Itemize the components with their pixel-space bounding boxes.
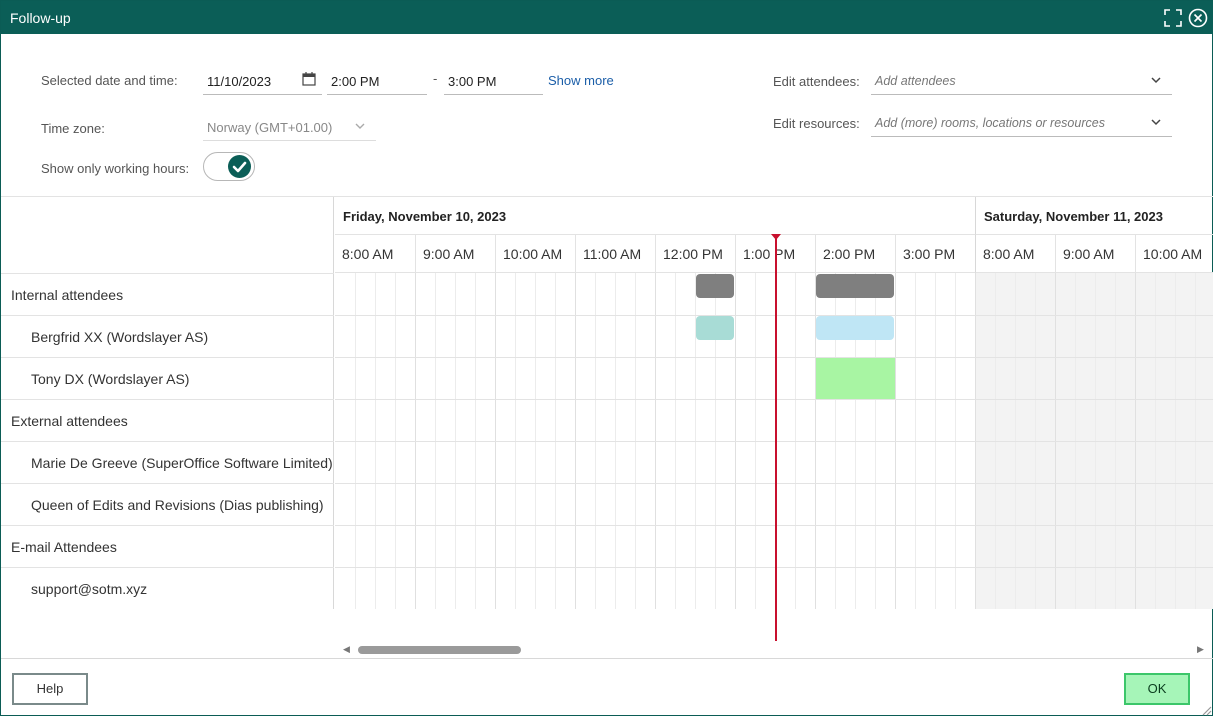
attendee-row[interactable]: Marie De Greeve (SuperOffice Software Li… [1, 441, 334, 483]
row-line [335, 525, 1213, 526]
attendee-row[interactable]: Queen of Edits and Revisions (Dias publi… [1, 483, 334, 525]
hour-cell: 9:00 AM [1055, 235, 1135, 273]
date-field[interactable]: 11/10/2023 [203, 67, 322, 95]
resources-placeholder: Add (more) rooms, locations or resources [875, 116, 1105, 130]
busy-block[interactable] [816, 316, 894, 340]
start-time-field[interactable]: 2:00 PM [327, 67, 427, 95]
tentative-block[interactable] [696, 316, 734, 340]
row-line [335, 399, 1213, 400]
attendee-row: External attendees [1, 399, 334, 441]
attendee-group-label: E-mail Attendees [11, 539, 117, 555]
attendee-row: E-mail Attendees [1, 525, 334, 567]
hour-cell: 3:00 PM [895, 235, 975, 273]
attendee-name: support@sotm.xyz [31, 581, 148, 597]
date-value: 11/10/2023 [207, 74, 272, 89]
start-time-value: 2:00 PM [331, 74, 380, 89]
row-line [335, 441, 1213, 442]
timeline[interactable]: Friday, November 10, 2023 Saturday, Nove… [335, 197, 1213, 609]
working-hours-toggle[interactable] [203, 152, 255, 181]
end-time-value: 3:00 PM [448, 74, 497, 89]
scroll-left-icon[interactable]: ◀ [343, 644, 350, 655]
hour-label: 8:00 AM [983, 246, 1035, 262]
attendee-row[interactable]: Tony DX (Wordslayer AS) [1, 357, 334, 399]
hour-cell: 8:00 AM [975, 235, 1055, 273]
calendar-icon[interactable] [302, 72, 316, 89]
timezone-select[interactable]: Norway (GMT+01.00) [203, 113, 376, 141]
timezone-label: Time zone: [41, 121, 105, 136]
hour-label: 9:00 AM [1063, 246, 1115, 262]
resize-grip-icon[interactable] [1200, 703, 1212, 716]
current-time-line [775, 238, 777, 641]
schedule-grid: Internal attendees Bergfrid XX (Wordslay… [1, 196, 1213, 609]
chevron-down-icon[interactable] [1150, 74, 1162, 89]
attendees-label: Edit attendees: [773, 74, 860, 89]
row-line [335, 315, 1213, 316]
horizontal-scrollbar[interactable]: ◀ ▶ [335, 641, 1213, 658]
day-header: Friday, November 10, 2023 [335, 197, 975, 235]
attendee-list: Internal attendees Bergfrid XX (Wordslay… [1, 197, 334, 609]
attendee-name: Bergfrid XX (Wordslayer AS) [31, 329, 209, 345]
hour-cell: 10:00 AM [495, 235, 575, 273]
attendee-name: Queen of Edits and Revisions (Dias publi… [31, 497, 324, 513]
free-slot-selection[interactable] [816, 358, 895, 399]
hour-label: 8:00 AM [342, 246, 394, 262]
day-label: Friday, November 10, 2023 [343, 209, 507, 224]
busy-block-group[interactable] [816, 274, 894, 298]
working-hours-label: Show only working hours: [41, 161, 190, 176]
hour-label: 2:00 PM [823, 246, 876, 262]
dialog-footer: Help OK [1, 658, 1213, 716]
hour-cell: 9:00 AM [415, 235, 495, 273]
follow-up-dialog: Follow-up Selected date and time: 11/10/… [0, 0, 1213, 716]
close-icon[interactable] [1187, 7, 1209, 29]
attendees-placeholder: Add attendees [875, 74, 956, 88]
row-line [335, 483, 1213, 484]
checkmark-icon [228, 155, 251, 178]
hour-cell: 8:00 AM [335, 235, 415, 273]
attendee-name: Tony DX (Wordslayer AS) [31, 371, 190, 387]
date-label: Selected date and time: [41, 73, 178, 88]
maximize-icon[interactable] [1162, 7, 1184, 29]
ok-button[interactable]: OK [1124, 673, 1190, 705]
hour-label: 1:00 PM [743, 246, 796, 262]
busy-block-group[interactable] [696, 274, 734, 298]
chevron-down-icon[interactable] [1150, 116, 1162, 131]
attendee-group-label: Internal attendees [11, 287, 124, 303]
hour-label: 12:00 PM [663, 246, 723, 262]
hour-cell: 11:00 AM [575, 235, 655, 273]
attendees-input[interactable]: Add attendees [871, 67, 1172, 95]
attendee-name: Marie De Greeve (SuperOffice Software Li… [31, 455, 333, 471]
day-header: Saturday, November 11, 2023 [975, 197, 1213, 235]
help-button[interactable]: Help [12, 673, 88, 705]
hour-label: 10:00 AM [503, 246, 563, 262]
attendee-row: Internal attendees [1, 273, 334, 315]
title-bar: Follow-up [1, 1, 1213, 34]
hour-label: 3:00 PM [903, 246, 956, 262]
hour-label: 10:00 AM [1143, 246, 1203, 262]
row-line [335, 567, 1213, 568]
dialog-title: Follow-up [10, 10, 71, 26]
hour-cell: 12:00 PM [655, 235, 735, 273]
hour-label: 9:00 AM [423, 246, 475, 262]
attendee-row[interactable]: support@sotm.xyz [1, 567, 334, 609]
row-line [335, 357, 1213, 358]
show-more-link[interactable]: Show more [548, 73, 614, 88]
resources-label: Edit resources: [773, 116, 860, 131]
chevron-down-icon [354, 120, 366, 135]
day-label: Saturday, November 11, 2023 [984, 209, 1163, 224]
time-separator: - [433, 71, 438, 86]
end-time-field[interactable]: 3:00 PM [444, 67, 543, 95]
timezone-value: Norway (GMT+01.00) [207, 120, 333, 135]
resources-input[interactable]: Add (more) rooms, locations or resources [871, 109, 1172, 137]
scrollbar-thumb[interactable] [358, 646, 521, 654]
attendee-group-label: External attendees [11, 413, 128, 429]
scroll-right-icon[interactable]: ▶ [1197, 644, 1204, 655]
hour-cell: 10:00 AM [1135, 235, 1213, 273]
hour-cell: 2:00 PM [815, 235, 895, 273]
attendee-row[interactable]: Bergfrid XX (Wordslayer AS) [1, 315, 334, 357]
hour-label: 11:00 AM [583, 246, 642, 262]
